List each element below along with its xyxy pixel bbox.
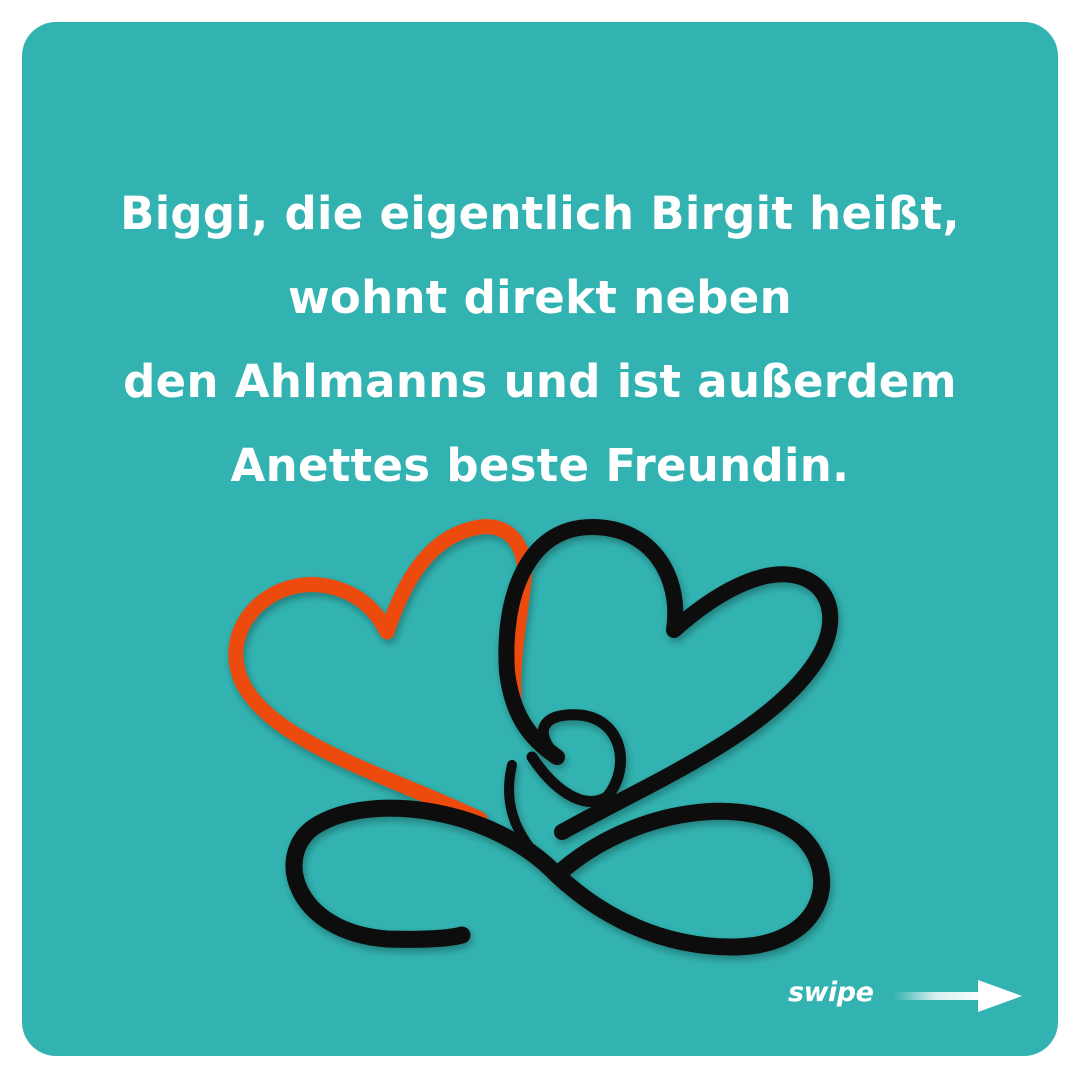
orange-heart-shape: [228, 519, 532, 827]
headline-line-4: Anettes beste Freundin.: [230, 439, 850, 492]
headline-line-2: wohnt direkt neben: [288, 271, 792, 324]
slide-card: Biggi, die eigentlich Birgit heißt, wohn…: [22, 22, 1058, 1056]
headline-line-1: Biggi, die eigentlich Birgit heißt,: [120, 187, 960, 240]
headline-line-3: den Ahlmanns und ist außerdem: [123, 355, 957, 408]
arrow-shaft: [894, 992, 986, 1000]
headline-text: Biggi, die eigentlich Birgit heißt, wohn…: [22, 172, 1058, 508]
two-hearts-infinity-logo-icon: [228, 519, 839, 956]
swipe-label[interactable]: swipe: [788, 977, 874, 1008]
arrow-head: [978, 980, 1022, 1012]
arrow-right-icon[interactable]: [892, 975, 1024, 1015]
